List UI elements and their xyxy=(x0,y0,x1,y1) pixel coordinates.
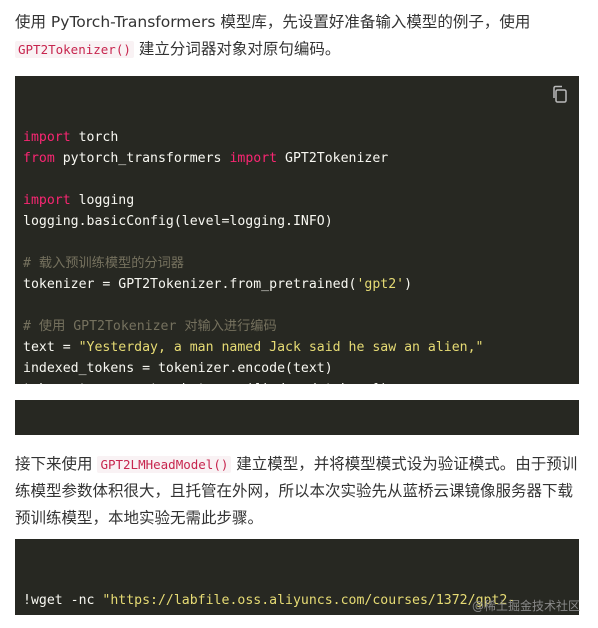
code-line: from pytorch_transformers import GPT2Tok… xyxy=(23,148,571,169)
code-token: pytorch_transformers xyxy=(54,151,230,166)
code-lines: import torch from pytorch_transformers im… xyxy=(23,127,571,384)
code-token: logging.basicConfig(level=logging.INFO) xyxy=(23,214,333,229)
inline-code-gpt2tokenizer: GPT2Tokenizer() xyxy=(15,41,134,58)
code-token: "https://labfile.oss.aliyuncs.com/course… xyxy=(102,593,516,608)
code-token: indexed_tokens = tokenizer.encode(text) xyxy=(23,361,333,376)
code-token: import xyxy=(23,193,71,208)
code-token: "Yesterday, a man named Jack said he saw… xyxy=(78,340,484,355)
copy-icon[interactable] xyxy=(551,85,569,103)
code-line: import torch xyxy=(23,127,571,148)
intro-text-after: 建立分词器对象对原句编码。 xyxy=(133,40,341,58)
model-paragraph: 接下来使用 GPT2LMHeadModel() 建立模型，并将模型模式设为验证模… xyxy=(15,451,583,532)
watermark: @稀土掘金技术社区 xyxy=(471,599,580,613)
code-line: text = "Yesterday, a man named Jack said… xyxy=(23,337,571,358)
code-token: shiyanlou.zip" xyxy=(23,614,134,615)
code-block-empty xyxy=(15,400,579,435)
code-token: GPT2Tokenizer xyxy=(277,151,389,166)
code-block-tokenizer: import torch from pytorch_transformers im… xyxy=(15,76,579,384)
code-line: import logging xyxy=(23,190,571,211)
para2-text: 接下来使用 xyxy=(15,455,98,473)
code-line: tokens_tensor = torch.tensor([indexed_to… xyxy=(23,379,571,384)
code-line: logging.basicConfig(level=logging.INFO) xyxy=(23,211,571,232)
code-token: !wget -nc xyxy=(23,593,103,608)
inline-code-gpt2lmheadmodel: GPT2LMHeadModel() xyxy=(97,456,232,473)
code-line: # 使用 GPT2Tokenizer 对输入进行编码 xyxy=(23,316,571,337)
code-token: # 载入预训练模型的分词器 xyxy=(23,256,184,271)
code-token: from xyxy=(23,151,55,166)
code-token: torch xyxy=(70,130,119,145)
code-token: import xyxy=(23,130,71,145)
code-token: # 使用 GPT2Tokenizer 对输入进行编码 xyxy=(23,319,277,334)
intro-text: 使用 PyTorch-Transformers 模型库，先设置好准备输入模型的例… xyxy=(15,13,531,31)
code-token: tokenizer = GPT2Tokenizer.from_pretraine… xyxy=(23,277,357,292)
code-token: tokens_tensor = torch.tensor([indexed_to… xyxy=(23,382,388,384)
code-token: ) xyxy=(404,277,413,292)
intro-paragraph: 使用 PyTorch-Transformers 模型库，先设置好准备输入模型的例… xyxy=(15,9,583,63)
code-token: 'gpt2' xyxy=(356,277,405,292)
code-line: tokenizer = GPT2Tokenizer.from_pretraine… xyxy=(23,274,571,295)
code-line: # 载入预训练模型的分词器 xyxy=(23,253,571,274)
code-token: import xyxy=(229,151,278,166)
code-token: logging xyxy=(70,193,135,208)
code-token: text = xyxy=(23,340,79,355)
code-line: indexed_tokens = tokenizer.encode(text) xyxy=(23,358,571,379)
